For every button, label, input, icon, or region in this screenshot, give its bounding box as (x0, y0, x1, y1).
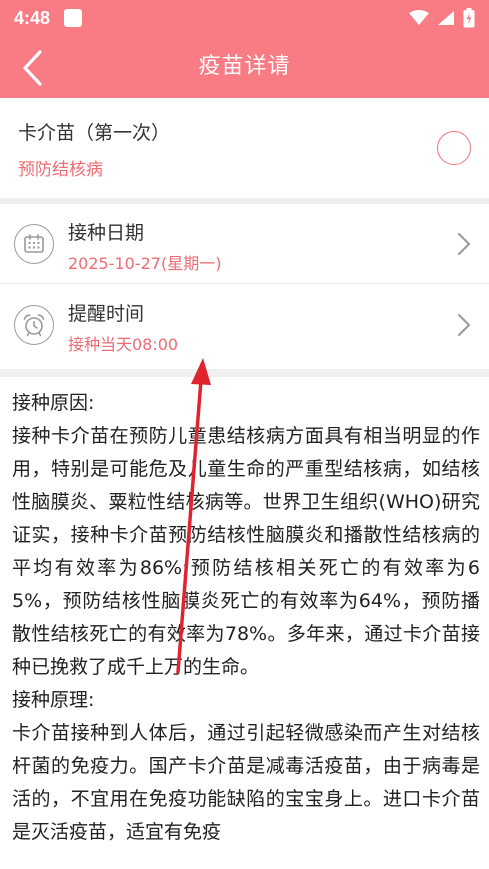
page-title: 疫苗详请 (198, 54, 291, 79)
vaccination-date-value: 2025-10-27(星期一) (68, 254, 222, 273)
vaccination-date-row[interactable]: 接种日期 2025-10-27(星期一) (0, 204, 489, 284)
vaccine-card[interactable]: 卡介苗（第一次） 预防结核病 (0, 98, 489, 198)
status-time: 4:48 (14, 7, 51, 28)
vaccine-select-checkbox[interactable] (437, 131, 471, 165)
vaccine-description: 接种原因: 接种卡介苗在预防儿童患结核病方面具有相当明显的作用，特别是可能危及儿… (12, 392, 480, 843)
chevron-right-icon (458, 314, 470, 336)
app-bar: 疫苗详请 (0, 36, 489, 98)
vaccine-name: 卡介苗（第一次） (18, 122, 171, 144)
battery-charging-icon (463, 8, 475, 28)
reminder-time-label: 提醒时间 (68, 303, 145, 325)
vaccine-prevents: 预防结核病 (18, 160, 103, 180)
section-divider (0, 369, 489, 377)
wifi-icon (409, 10, 429, 25)
reminder-time-value: 接种当天08:00 (68, 335, 179, 354)
status-icons (409, 8, 475, 28)
signal-icon (438, 11, 454, 25)
alarm-clock-icon (14, 305, 54, 345)
chevron-right-icon (458, 233, 470, 255)
vaccination-date-label: 接种日期 (68, 222, 145, 244)
status-bar: 4:48 (0, 0, 489, 36)
notification-square-icon (64, 9, 83, 27)
reminder-time-row[interactable]: 提醒时间 接种当天08:00 (0, 285, 489, 369)
calendar-icon (14, 224, 54, 264)
